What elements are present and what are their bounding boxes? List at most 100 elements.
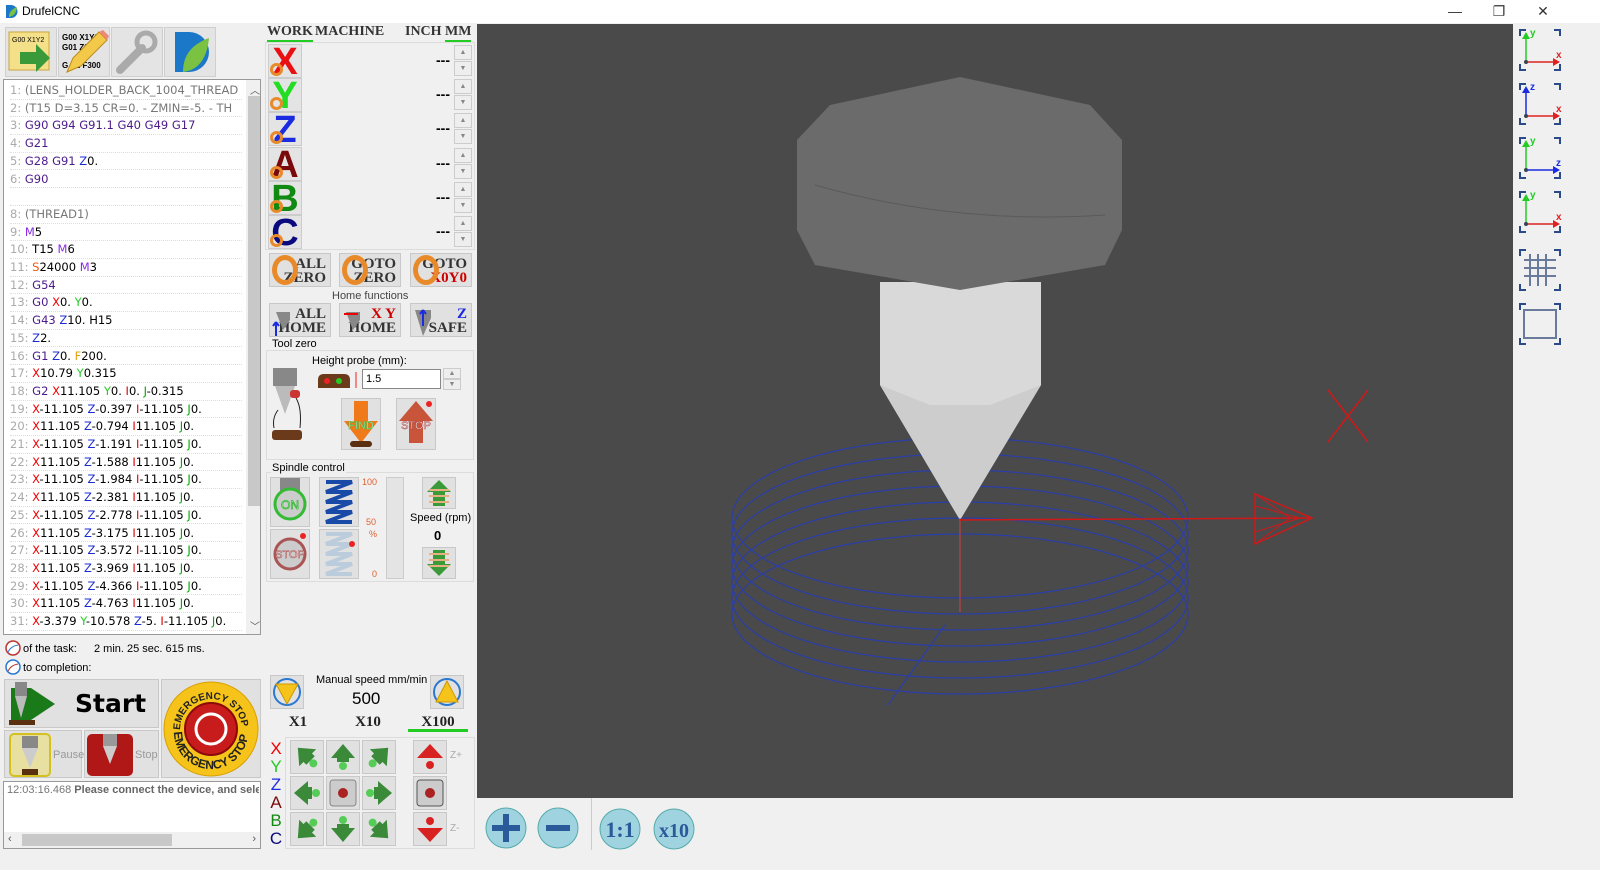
gcode-line[interactable]: 31: X-3.379 Y-10.578 Z-5. I-11.105 J0. xyxy=(10,613,242,631)
pause-button[interactable]: Pause xyxy=(4,730,84,778)
gcode-line[interactable]: 20: X11.105 Z-0.794 I11.105 J0. xyxy=(10,418,242,436)
axis-up-button[interactable]: ▲ xyxy=(454,181,472,197)
stop-button[interactable]: Stop xyxy=(84,730,159,778)
gcode-line[interactable]: 3: G90 G94 G91.1 G40 G49 G17 xyxy=(10,117,242,136)
axis-down-button[interactable]: ▼ xyxy=(454,232,472,247)
height-probe-input[interactable] xyxy=(362,369,441,389)
zero-axis-b-button[interactable]: B xyxy=(268,180,302,218)
gcode-line[interactable]: 5: G28 G91 Z0. xyxy=(10,153,242,171)
speed-down-button[interactable] xyxy=(422,547,456,579)
axis-down-button[interactable]: ▼ xyxy=(454,95,472,111)
horizontal-scrollbar[interactable]: ‹ › xyxy=(4,832,260,848)
start-button[interactable]: Start xyxy=(4,679,159,728)
restore-button[interactable]: ❐ xyxy=(1476,0,1522,23)
zero-axis-y-button[interactable]: Y xyxy=(268,77,302,115)
scroll-right-icon[interactable]: › xyxy=(252,833,256,845)
scroll-left-icon[interactable]: ‹ xyxy=(8,833,12,845)
gcode-line[interactable]: 19: X-11.105 Z-0.397 I-11.105 J0. xyxy=(10,401,242,419)
slider-track[interactable] xyxy=(386,477,404,579)
scroll-down-icon[interactable]: ﹀ xyxy=(250,618,260,633)
jog-z-plus-button[interactable] xyxy=(413,740,447,774)
3d-viewport[interactable] xyxy=(477,24,1513,798)
gcode-line[interactable]: 13: G0 X0. Y0. xyxy=(10,294,242,313)
jog-stop-button[interactable] xyxy=(326,776,360,810)
probe-spin-up[interactable]: ▲ xyxy=(443,368,461,379)
gcode-line[interactable]: 27: X-11.105 Z-3.572 I-11.105 J0. xyxy=(10,542,242,560)
probe-stop-button[interactable]: STOP xyxy=(396,398,436,450)
zoom-1-1-button[interactable]: 1:1 xyxy=(595,802,645,852)
zero-axis-z-button[interactable]: Z xyxy=(268,111,302,149)
all-home-button[interactable]: ALL HOME xyxy=(269,303,331,337)
gcode-line[interactable]: 26: X11.105 Z-3.175 I11.105 J0. xyxy=(10,525,242,543)
multiplier-x1[interactable]: X1 xyxy=(268,714,328,732)
gcode-line[interactable] xyxy=(10,188,242,206)
edit-file-button[interactable]: G00 X1Y2G01 Z3G X1 F300 xyxy=(58,27,110,77)
goto-zero-button[interactable]: GOTO ZERO xyxy=(339,253,401,287)
spindle-speed-slider[interactable]: 100 50 % 0 xyxy=(362,477,406,579)
gcode-line[interactable]: 16: G1 Z0. F200. xyxy=(10,348,242,366)
gcode-line[interactable]: 32: X-2.584 Y-10.183 I0.806 J0.3 F500 xyxy=(10,631,242,634)
jog-z-stop-button[interactable] xyxy=(413,776,447,810)
gcode-line[interactable]: 23: X-11.105 Z-1.984 I-11.105 J0. xyxy=(10,471,242,490)
gcode-line[interactable]: 24: X11.105 Z-2.381 I11.105 J0. xyxy=(10,489,242,507)
spindle-ccw-button[interactable] xyxy=(319,529,359,579)
scrollbar-thumb[interactable] xyxy=(248,96,260,506)
multiplier-x100[interactable]: X100 xyxy=(408,714,468,732)
goto-x0y0-button[interactable]: GOTO X0Y0 xyxy=(410,253,472,287)
jog-x-plus-y-minus-button[interactable] xyxy=(362,812,396,846)
jog-x-minus-y-plus-button[interactable] xyxy=(290,740,324,774)
axis-tab-xyz[interactable]: XYZ xyxy=(268,740,284,794)
axis-up-button[interactable]: ▲ xyxy=(454,79,472,95)
view-xy-button[interactable]: yx xyxy=(1516,26,1564,74)
axis-up-button[interactable]: ▲ xyxy=(454,113,472,129)
jog-x-minus-button[interactable] xyxy=(290,776,324,810)
gcode-line[interactable]: 10: T15 M6 xyxy=(10,241,242,259)
gcode-line[interactable]: 30: X11.105 Z-4.763 I11.105 J0. xyxy=(10,595,242,613)
gcode-line[interactable]: 12: G54 xyxy=(10,277,242,295)
view-3d-button[interactable]: yx xyxy=(1516,188,1564,236)
hscroll-thumb[interactable] xyxy=(22,834,172,846)
open-file-button[interactable]: G00 X1Y2 xyxy=(5,27,57,77)
frame-button[interactable] xyxy=(1516,300,1564,348)
unit-inch[interactable]: INCH xyxy=(405,24,442,40)
tab-machine[interactable]: MACHINE xyxy=(315,24,384,40)
gcode-line[interactable]: 11: S24000 M3 xyxy=(10,259,242,277)
zero-axis-x-button[interactable]: X xyxy=(268,43,302,81)
gcode-line[interactable]: 9: M5 xyxy=(10,224,242,242)
gcode-line[interactable]: 1: (LENS_HOLDER_BACK_1004_THREAD xyxy=(10,82,242,100)
gcode-line[interactable]: 2: (T15 D=3.15 CR=0. - ZMIN=-5. - TH xyxy=(10,100,242,118)
gcode-line[interactable]: 4: G21 xyxy=(10,135,242,153)
minimize-button[interactable]: — xyxy=(1432,0,1478,23)
view-yz-button[interactable]: yz xyxy=(1516,134,1564,182)
gcode-line[interactable]: 28: X11.105 Z-3.969 I11.105 J0. xyxy=(10,560,242,578)
zoom-x10-button[interactable]: x10 xyxy=(649,802,699,852)
jog-y-plus-button[interactable] xyxy=(326,740,360,774)
spindle-cw-button[interactable] xyxy=(319,477,359,527)
axis-down-button[interactable]: ▼ xyxy=(454,163,472,179)
gcode-list[interactable]: 1: (LENS_HOLDER_BACK_1004_THREAD 2: (T15 … xyxy=(3,79,261,635)
gcode-line[interactable]: 14: G43 Z10. H15 xyxy=(10,312,242,330)
grid-button[interactable] xyxy=(1516,246,1564,294)
axis-up-button[interactable]: ▲ xyxy=(454,147,472,163)
gcode-line[interactable]: 8: (THREAD1) xyxy=(10,206,242,224)
zero-axis-a-button[interactable]: A xyxy=(268,146,302,184)
unit-mm[interactable]: MM xyxy=(445,24,472,43)
zero-axis-c-button[interactable]: C xyxy=(268,214,302,252)
zoom-out-button[interactable] xyxy=(533,802,583,852)
multiplier-x10[interactable]: X10 xyxy=(338,714,398,732)
gcode-line[interactable]: 17: X10.79 Y0.315 xyxy=(10,365,242,383)
gcode-line[interactable]: 25: X-11.105 Z-2.778 I-11.105 J0. xyxy=(10,507,242,525)
jog-x-plus-y-plus-button[interactable] xyxy=(362,740,396,774)
gcode-line[interactable]: 29: X-11.105 Z-4.366 I-11.105 J0. xyxy=(10,578,242,596)
xy-home-button[interactable]: X Y HOME xyxy=(339,303,401,337)
settings-button[interactable] xyxy=(111,27,163,77)
find-button[interactable]: FIND xyxy=(341,398,381,450)
manual-speed-up-button[interactable] xyxy=(430,675,464,709)
spindle-stop-button[interactable]: STOP xyxy=(270,529,310,579)
axis-down-button[interactable]: ▼ xyxy=(454,197,472,213)
close-button[interactable]: ✕ xyxy=(1520,0,1566,23)
manual-speed-down-button[interactable] xyxy=(270,675,304,709)
jog-x-plus-button[interactable] xyxy=(362,776,396,810)
axis-down-button[interactable]: ▼ xyxy=(454,129,472,145)
zoom-in-button[interactable] xyxy=(481,802,531,852)
